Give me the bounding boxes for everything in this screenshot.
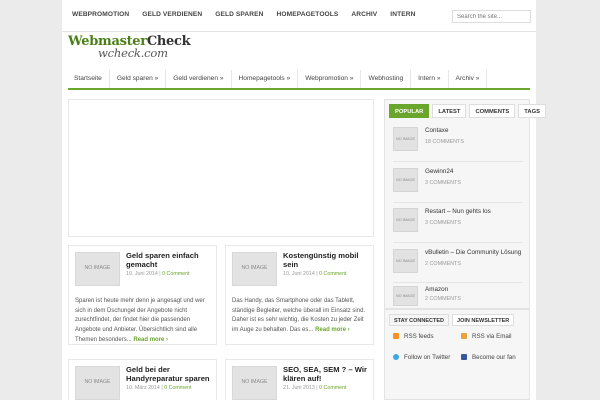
post-excerpt: Sparen ist heute mehr denn je angesagt u…	[75, 298, 205, 343]
read-more-link[interactable]: Read more ›	[133, 337, 168, 343]
tab-stay-connected[interactable]: STAY CONNECTED	[389, 314, 450, 326]
topnav-geld-verdienen[interactable]: GELD VERDIENEN	[142, 11, 202, 18]
rss-email-icon	[461, 333, 467, 339]
popular-thumbnail[interactable]: NO IMAGE	[393, 249, 418, 273]
post-meta: 10. Juni 2014 | 0 Comment	[283, 271, 347, 277]
post-card: NO IMAGE Geld bei der Handyreparatur spa…	[68, 359, 217, 400]
ad-slot	[68, 99, 374, 237]
top-nav: WEBPROMOTION GELD VERDIENEN GELD SPAREN …	[62, 0, 536, 32]
tab-join-newsletter[interactable]: JOIN NEWSLETTER	[452, 314, 515, 326]
popular-thumbnail[interactable]: NO IMAGE	[393, 127, 418, 151]
post-date: 10. März 2014	[126, 385, 160, 391]
topnav-homepagetools[interactable]: HOMEPAGETOOLS	[277, 11, 339, 18]
post-title[interactable]: Geld bei der Handyreparatur sparen	[126, 365, 214, 383]
post-card: NO IMAGE Geld sparen einfach gemacht 10.…	[68, 245, 217, 345]
popular-item: NO IMAGE Amazon 2 COMMENTS	[393, 286, 527, 308]
post-comments-link[interactable]: 0 Comment	[319, 271, 346, 277]
mainnav-webpromotion[interactable]: Webpromotion »	[298, 70, 362, 88]
popular-item: NO IMAGE Gewinn24 3 COMMENTS	[393, 168, 527, 198]
read-more-link[interactable]: Read more ›	[315, 327, 350, 333]
post-thumbnail[interactable]: NO IMAGE	[75, 366, 120, 400]
page-wrapper: WEBPROMOTION GELD VERDIENEN GELD SPAREN …	[62, 0, 546, 400]
post-card: NO IMAGE SEO, SEA, SEM ? – Wir klären au…	[225, 359, 374, 400]
post-comments-link[interactable]: 0 Comment	[162, 271, 189, 277]
twitter-link[interactable]: Follow on Twitter	[393, 354, 450, 361]
post-date: 10. Juni 2014	[283, 271, 315, 277]
divider	[393, 202, 523, 203]
tab-tags[interactable]: TAGS	[518, 104, 546, 118]
post-meta: 21. Juni 2013 | 0 Comment	[283, 385, 347, 391]
popular-comments: 18 COMMENTS	[425, 139, 464, 145]
post-title[interactable]: Geld sparen einfach gemacht	[126, 251, 214, 269]
no-image-label: NO IMAGE	[396, 259, 415, 263]
stay-connected-widget: STAY CONNECTED JOIN NEWSLETTER RSS feeds…	[384, 309, 530, 400]
popular-comments: 2 COMMENTS	[425, 296, 461, 302]
post-thumbnail[interactable]: NO IMAGE	[232, 252, 277, 286]
post-meta: 10. Juni 2014 | 0 Comment	[126, 271, 190, 277]
post-thumbnail[interactable]: NO IMAGE	[75, 252, 120, 286]
rss-feeds-link[interactable]: RSS feeds	[393, 333, 434, 340]
twitter-icon	[393, 354, 399, 360]
popular-thumbnail[interactable]: NO IMAGE	[393, 286, 418, 306]
popular-title[interactable]: Contaxe	[425, 127, 448, 134]
mainnav-geld-verdienen[interactable]: Geld verdienen »	[166, 70, 232, 88]
popular-title[interactable]: Amazon	[425, 286, 448, 293]
mainnav-webhosting[interactable]: Webhosting	[361, 70, 412, 88]
post-comments-link[interactable]: 0 Comment	[319, 385, 346, 391]
popular-title[interactable]: Gewinn24	[425, 168, 453, 175]
facebook-icon	[461, 354, 467, 360]
mainnav-intern[interactable]: Intern »	[411, 70, 449, 88]
mainnav-startseite[interactable]: Startseite	[68, 70, 110, 88]
rss-icon	[393, 333, 399, 339]
tab-latest[interactable]: LATEST	[432, 104, 467, 118]
no-image-label: NO IMAGE	[241, 379, 268, 385]
post-card: NO IMAGE Kostengünstig mobil sein 10. Ju…	[225, 245, 374, 345]
divider	[393, 282, 523, 283]
popular-comments: 3 COMMENTS	[425, 220, 461, 226]
no-image-label: NO IMAGE	[241, 265, 268, 271]
logo-text-domain: wcheck.com	[98, 46, 168, 60]
topnav-archiv[interactable]: ARCHIV	[351, 11, 377, 18]
popular-item: NO IMAGE vBulletin – Die Community Lösun…	[393, 249, 527, 279]
popular-title[interactable]: vBulletin – Die Community Lösung	[425, 249, 521, 256]
divider	[393, 242, 523, 243]
site-logo[interactable]: WebmasterCheck wcheck.com	[68, 34, 191, 64]
no-image-label: NO IMAGE	[84, 265, 111, 271]
popular-title[interactable]: Restart – Nun gehts los	[425, 208, 491, 215]
topnav-webpromotion[interactable]: WEBPROMOTION	[72, 11, 129, 18]
sidebar-tabs-widget: POPULAR LATEST COMMENTS TAGS NO IMAGE Co…	[384, 99, 546, 309]
popular-comments: 2 COMMENTS	[425, 261, 461, 267]
mainnav-homepagetools[interactable]: Homepagetools »	[232, 70, 299, 88]
popular-thumbnail[interactable]: NO IMAGE	[393, 208, 418, 232]
no-image-label: NO IMAGE	[396, 218, 415, 222]
no-image-label: NO IMAGE	[396, 137, 415, 141]
post-date: 21. Juni 2013	[283, 385, 315, 391]
rss-email-link[interactable]: RSS via Email	[461, 333, 512, 340]
popular-comments: 3 COMMENTS	[425, 180, 461, 186]
mainnav-archiv[interactable]: Archiv »	[449, 70, 488, 88]
main-nav: Startseite Geld sparen » Geld verdienen …	[68, 70, 530, 90]
tab-popular[interactable]: POPULAR	[389, 104, 430, 118]
post-meta: 10. März 2014 | 0 Comment	[126, 385, 192, 391]
facebook-link[interactable]: Become our fan	[461, 354, 516, 361]
post-thumbnail[interactable]: NO IMAGE	[232, 366, 277, 400]
no-image-label: NO IMAGE	[396, 178, 415, 182]
topnav-geld-sparen[interactable]: GELD SPAREN	[215, 11, 263, 18]
post-excerpt: Das Handy, das Smartphone oder das Table…	[232, 298, 366, 334]
popular-item: NO IMAGE Contaxe 18 COMMENTS	[393, 127, 527, 157]
no-image-label: NO IMAGE	[84, 379, 111, 385]
post-title[interactable]: Kostengünstig mobil sein	[283, 251, 371, 269]
mainnav-geld-sparen[interactable]: Geld sparen »	[110, 70, 167, 88]
tab-comments[interactable]: COMMENTS	[469, 104, 516, 118]
divider	[393, 161, 523, 162]
post-title[interactable]: SEO, SEA, SEM ? – Wir klären auf!	[283, 365, 371, 383]
popular-thumbnail[interactable]: NO IMAGE	[393, 168, 418, 192]
search-input[interactable]	[452, 10, 531, 23]
topnav-intern[interactable]: INTERN	[390, 11, 415, 18]
popular-item: NO IMAGE Restart – Nun gehts los 3 COMME…	[393, 208, 527, 238]
no-image-label: NO IMAGE	[396, 294, 415, 298]
post-comments-link[interactable]: 0 Comment	[164, 385, 191, 391]
post-date: 10. Juni 2014	[126, 271, 158, 277]
